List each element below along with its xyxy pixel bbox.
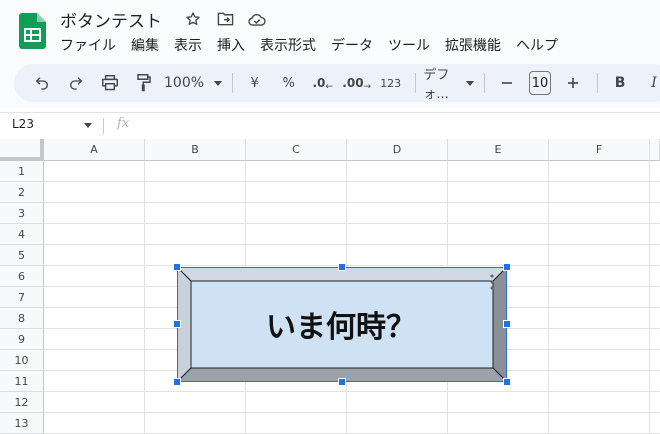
resize-handle-right[interactable]: [503, 320, 511, 328]
menu-file[interactable]: ファイル: [60, 35, 116, 55]
menu-help[interactable]: ヘルプ: [516, 35, 558, 55]
row-header[interactable]: 1: [0, 161, 44, 182]
button-label: いま何時？: [266, 310, 416, 345]
title-row: ボタンテスト: [60, 7, 280, 32]
grid-line: [44, 412, 660, 413]
grid-line: [44, 391, 660, 392]
resize-handle-top-left[interactable]: [173, 263, 181, 271]
currency-button[interactable]: ¥: [241, 69, 269, 97]
font-select[interactable]: デフォ...: [423, 64, 474, 102]
menu-data[interactable]: データ: [331, 35, 373, 55]
number-format-button[interactable]: 123: [377, 69, 405, 97]
plus-icon[interactable]: [559, 69, 587, 97]
column-header-f[interactable]: F: [549, 139, 650, 161]
font-size-input[interactable]: 10: [528, 71, 552, 95]
folder-move-icon[interactable]: [216, 10, 234, 28]
column-header-a[interactable]: A: [44, 139, 145, 161]
google-sheets-logo[interactable]: [19, 13, 46, 49]
row-header[interactable]: 10: [0, 350, 44, 371]
resize-handle-left[interactable]: [173, 320, 181, 328]
resize-handle-bottom[interactable]: [338, 378, 346, 386]
row-header[interactable]: 9: [0, 329, 44, 350]
column-header-b[interactable]: B: [145, 139, 246, 161]
star-icon[interactable]: [184, 10, 202, 28]
select-all-corner[interactable]: [0, 139, 44, 161]
grid-line: [44, 223, 660, 224]
chevron-down-icon: [214, 80, 223, 86]
cloud-done-icon[interactable]: [248, 10, 266, 28]
paint-format-icon[interactable]: [130, 69, 158, 97]
resize-handle-top-right[interactable]: [503, 263, 511, 271]
row-header[interactable]: 5: [0, 245, 44, 266]
grid-line: [44, 202, 660, 203]
grid-line: [44, 244, 660, 245]
row-header[interactable]: 6: [0, 266, 44, 287]
grid-line: [44, 265, 660, 266]
toolbar-divider: [483, 73, 485, 93]
fx-icon: fx: [117, 116, 130, 131]
formula-divider: [103, 118, 104, 134]
zoom-select[interactable]: 100%: [164, 75, 223, 91]
percent-button[interactable]: %: [275, 69, 303, 97]
toolbar-divider: [597, 73, 599, 93]
app-header: ボタンテスト ファイル 編集 表示 挿入 表示形式 データ ツール 拡張機能 ヘ…: [0, 0, 660, 60]
column-header-d[interactable]: D: [347, 139, 448, 161]
chevron-down-icon: [465, 80, 474, 86]
menu-format[interactable]: 表示形式: [260, 35, 316, 55]
toolbar-container: 100% ¥ % .0 ← .00 → 123 デフォ... 10 B I: [0, 60, 660, 108]
row-header[interactable]: 13: [0, 413, 44, 434]
menu-insert[interactable]: 挿入: [217, 35, 245, 55]
column-header-c[interactable]: C: [246, 139, 347, 161]
decrease-decimal-label: .0: [312, 76, 326, 90]
row-header[interactable]: 7: [0, 287, 44, 308]
row-header[interactable]: 4: [0, 224, 44, 245]
name-box[interactable]: L23: [12, 117, 34, 131]
resize-handle-top[interactable]: [338, 263, 346, 271]
toolbar-divider: [414, 73, 416, 93]
more-vert-icon[interactable]: [489, 274, 495, 290]
resize-handle-bottom-left[interactable]: [173, 378, 181, 386]
row-header[interactable]: 11: [0, 371, 44, 392]
column-header-g[interactable]: [650, 139, 660, 161]
arrow-left-icon: ←: [325, 82, 333, 92]
row-header[interactable]: 12: [0, 392, 44, 413]
undo-icon[interactable]: [28, 69, 56, 97]
zoom-value: 100%: [164, 75, 205, 91]
increase-decimal-label: .00: [342, 76, 364, 90]
minus-icon[interactable]: [493, 69, 521, 97]
toolbar: 100% ¥ % .0 ← .00 → 123 デフォ... 10 B I: [14, 64, 660, 102]
decrease-decimal-button[interactable]: .0 ←: [309, 69, 337, 97]
menu-edit[interactable]: 編集: [131, 35, 159, 55]
menu-bar: ファイル 編集 表示 挿入 表示形式 データ ツール 拡張機能 ヘルプ: [60, 34, 573, 56]
menu-view[interactable]: 表示: [174, 35, 202, 55]
toolbar-divider: [232, 73, 233, 93]
print-icon[interactable]: [96, 69, 124, 97]
column-header-e[interactable]: E: [448, 139, 549, 161]
increase-decimal-button[interactable]: .00 →: [342, 69, 372, 97]
menu-tools[interactable]: ツール: [388, 35, 430, 55]
menu-extensions[interactable]: 拡張機能: [445, 35, 501, 55]
formula-bar: L23 fx: [0, 112, 660, 138]
grid-line: [44, 181, 660, 182]
resize-handle-bottom-right[interactable]: [503, 378, 511, 386]
bold-button[interactable]: B: [606, 69, 634, 97]
row-header[interactable]: 2: [0, 182, 44, 203]
chevron-down-icon[interactable]: [84, 123, 92, 128]
document-title[interactable]: ボタンテスト: [60, 7, 162, 32]
bevel-button-drawing[interactable]: いま何時？: [173, 263, 511, 386]
row-header[interactable]: 8: [0, 308, 44, 329]
italic-button[interactable]: I: [640, 69, 660, 97]
row-header[interactable]: 3: [0, 203, 44, 224]
arrow-right-icon: →: [363, 82, 372, 92]
font-value: デフォ...: [423, 68, 450, 102]
redo-icon[interactable]: [62, 69, 90, 97]
